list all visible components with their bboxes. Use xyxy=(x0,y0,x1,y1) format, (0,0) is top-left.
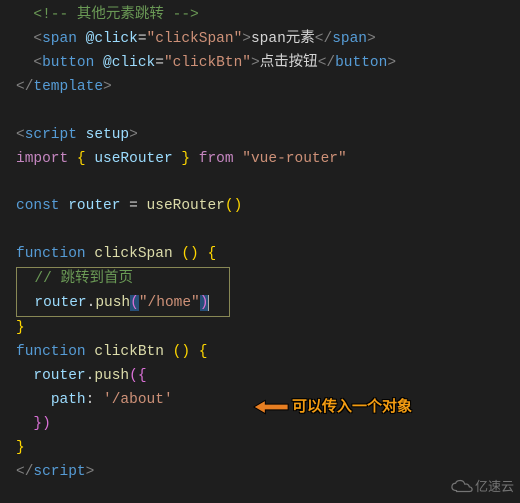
kw: const xyxy=(16,198,60,214)
fn-name: clickSpan xyxy=(94,246,172,262)
arrow-left-icon xyxy=(252,398,290,416)
attr: @click xyxy=(86,31,138,47)
key: path xyxy=(51,392,86,408)
tag-close: template xyxy=(33,79,103,95)
text: span元素 xyxy=(251,31,315,47)
fn-name: clickBtn xyxy=(94,344,164,360)
arg: "/home" xyxy=(139,295,200,311)
var: router xyxy=(68,198,120,214)
code-line: // 跳转到首页 router.push("/home") xyxy=(16,267,520,317)
code-line: const router = useRouter() xyxy=(16,195,520,219)
code-line: <button @click="clickBtn">点击按钮</button> xyxy=(16,52,520,76)
annotation-callout: 可以传入一个对象 xyxy=(252,395,412,420)
code-line: function clickSpan () { xyxy=(16,243,520,267)
blank-line xyxy=(16,219,520,243)
tag-close: button xyxy=(335,55,387,71)
tag-name: script xyxy=(25,127,77,143)
code-line: <!-- 其他元素跳转 --> xyxy=(16,4,520,28)
code-line: </script> xyxy=(16,461,520,485)
tag-name: span xyxy=(42,31,77,47)
code-line: } xyxy=(16,317,520,341)
import-item: useRouter xyxy=(94,151,172,167)
handler: clickSpan xyxy=(155,31,233,47)
annotation-text: 可以传入一个对象 xyxy=(292,395,412,420)
fn-call: useRouter xyxy=(147,198,225,214)
obj: router xyxy=(33,368,85,384)
code-line: } xyxy=(16,437,520,461)
attr: setup xyxy=(86,127,130,143)
kw: from xyxy=(199,151,234,167)
code-line: <script setup> xyxy=(16,124,520,148)
watermark: 亿速云 xyxy=(451,476,514,497)
comment: // 跳转到首页 xyxy=(34,271,133,287)
text: 点击按钮 xyxy=(260,55,318,71)
value: '/about' xyxy=(103,392,173,408)
tag-name: button xyxy=(42,55,94,71)
code-line: </template> xyxy=(16,76,520,100)
watermark-text: 亿速云 xyxy=(475,476,514,497)
obj: router xyxy=(34,295,86,311)
blank-line xyxy=(16,100,520,124)
method: push xyxy=(95,295,130,311)
code-line: function clickBtn () { xyxy=(16,341,520,365)
tag-close: span xyxy=(332,31,367,47)
kw: function xyxy=(16,344,86,360)
method: push xyxy=(94,368,129,384)
code-line: <span @click="clickSpan">span元素</span> xyxy=(16,28,520,52)
kw: import xyxy=(16,151,68,167)
cloud-icon xyxy=(451,479,473,493)
comment: <!-- 其他元素跳转 --> xyxy=(33,7,198,23)
code-line: import { useRouter } from "vue-router" xyxy=(16,148,520,172)
module: "vue-router" xyxy=(242,151,346,167)
kw: function xyxy=(16,246,86,262)
attr: @click xyxy=(103,55,155,71)
handler: clickBtn xyxy=(173,55,243,71)
blank-line xyxy=(16,171,520,195)
code-line: router.push({ xyxy=(16,365,520,389)
tag-close: script xyxy=(33,464,85,480)
